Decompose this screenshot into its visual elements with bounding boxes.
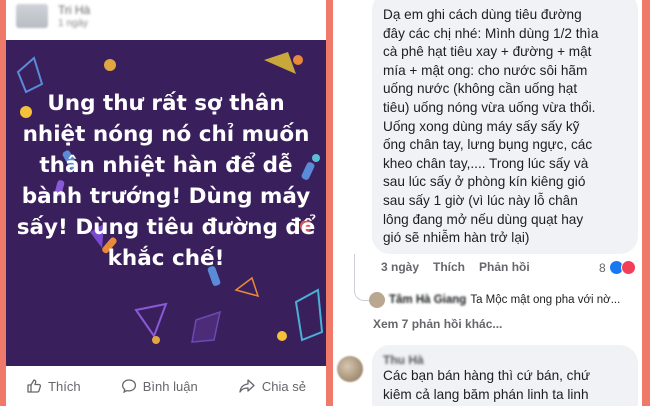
like-label: Thích	[48, 378, 81, 394]
comment-bubble: Dạ em ghi cách dùng tiêu đường đây các c…	[372, 0, 638, 254]
more-replies-link[interactable]: Xem 7 phản hồi khác...	[373, 317, 502, 331]
share-icon	[239, 379, 255, 393]
author-avatar[interactable]	[16, 4, 48, 28]
commenter-avatar[interactable]	[337, 356, 363, 382]
shape-polygon	[294, 288, 324, 342]
comment-button[interactable]: Bình luận	[121, 378, 198, 394]
shape-dot	[293, 55, 303, 65]
reply-avatar[interactable]	[369, 292, 385, 308]
post-image[interactable]: Ung thư rất sợ thân nhiệt nóng nó chỉ mu…	[6, 40, 326, 366]
share-label: Chia sẻ	[261, 378, 306, 394]
comment-icon	[121, 379, 136, 394]
reply-author[interactable]: Tâm Hà Giang	[389, 294, 466, 306]
love-reaction-icon	[620, 260, 636, 275]
shape-polygon	[16, 56, 44, 94]
comment-text: Dạ em ghi cách dùng tiêu đường đây các c…	[383, 7, 599, 246]
comment-time[interactable]: 3 ngày	[381, 260, 419, 274]
thumbs-up-icon	[27, 379, 42, 393]
shape-triangle	[134, 302, 168, 339]
post-time[interactable]: 1 ngày	[58, 18, 88, 29]
comment-like-button[interactable]: Thích	[433, 260, 465, 274]
comment-bubble-2: Thu Hà Các bạn bán hàng thì cứ bán, chứ …	[372, 345, 638, 406]
comment-label: Bình luận	[142, 378, 198, 394]
author-name[interactable]: Tri Hà	[58, 3, 90, 17]
shape-polygon	[191, 310, 222, 343]
post-card: Tri Hà 1 ngày Ung thư rất sợ thân nhiệt …	[6, 0, 326, 406]
reply-text: Ta Mộc mật ong pha với nờ...	[470, 294, 621, 306]
comment-reply-button[interactable]: Phản hồi	[479, 260, 530, 274]
comments-panel: Dạ em ghi cách dùng tiêu đường đây các c…	[333, 0, 642, 406]
post-header: Tri Hà 1 ngày	[6, 0, 326, 40]
comment-reactions[interactable]: 8	[599, 260, 636, 275]
shape-dot	[277, 331, 287, 341]
reaction-count: 8	[599, 260, 606, 275]
shape-dot	[104, 59, 116, 71]
comment-meta: 3 ngày Thích Phản hồi	[381, 260, 530, 274]
shape-triangle	[234, 276, 260, 298]
post-caption: Ung thư rất sợ thân nhiệt nóng nó chỉ mu…	[16, 91, 316, 271]
reply-preview[interactable]: Tâm Hà Giang Ta Mộc mật ong pha với nờ..…	[369, 290, 639, 310]
shape-dot	[152, 336, 160, 344]
post-actions: Thích Bình luận Chia sẻ	[6, 366, 326, 406]
like-button[interactable]: Thích	[26, 378, 81, 394]
comment-text-2: Các bạn bán hàng thì cứ bán, chứ kiêm cả…	[383, 368, 591, 402]
share-button[interactable]: Chia sẻ	[238, 378, 306, 394]
commenter-name[interactable]: Thu Hà	[383, 353, 628, 367]
shape-triangle	[264, 52, 296, 74]
